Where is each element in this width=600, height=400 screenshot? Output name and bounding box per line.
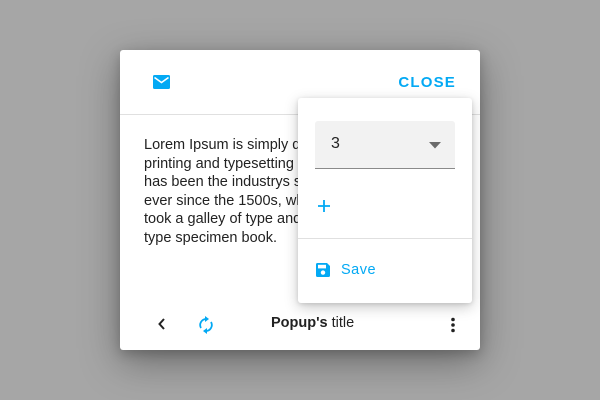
select-value: 3 [331,135,340,152]
dropdown-menu: 3 Save [298,98,472,303]
more-vert-icon[interactable] [450,317,456,333]
save-button[interactable]: Save [316,261,456,281]
save-label: Save [341,262,377,278]
close-button[interactable]: CLOSE [398,74,456,92]
save-icon [316,263,330,277]
popup-title: Popup's title [271,315,354,331]
arrow-drop-down-icon [429,142,441,149]
add-icon[interactable] [317,199,331,213]
menu-divider [298,238,472,239]
sync-icon[interactable] [198,316,214,334]
value-select[interactable]: 3 [315,121,455,169]
chevron-left-icon[interactable] [157,318,167,330]
dialog-footer: Popup's title [120,308,480,342]
mail-icon [153,75,170,89]
popup-title-rest: title [327,315,355,331]
popup-title-bold: Popup's [271,315,328,331]
